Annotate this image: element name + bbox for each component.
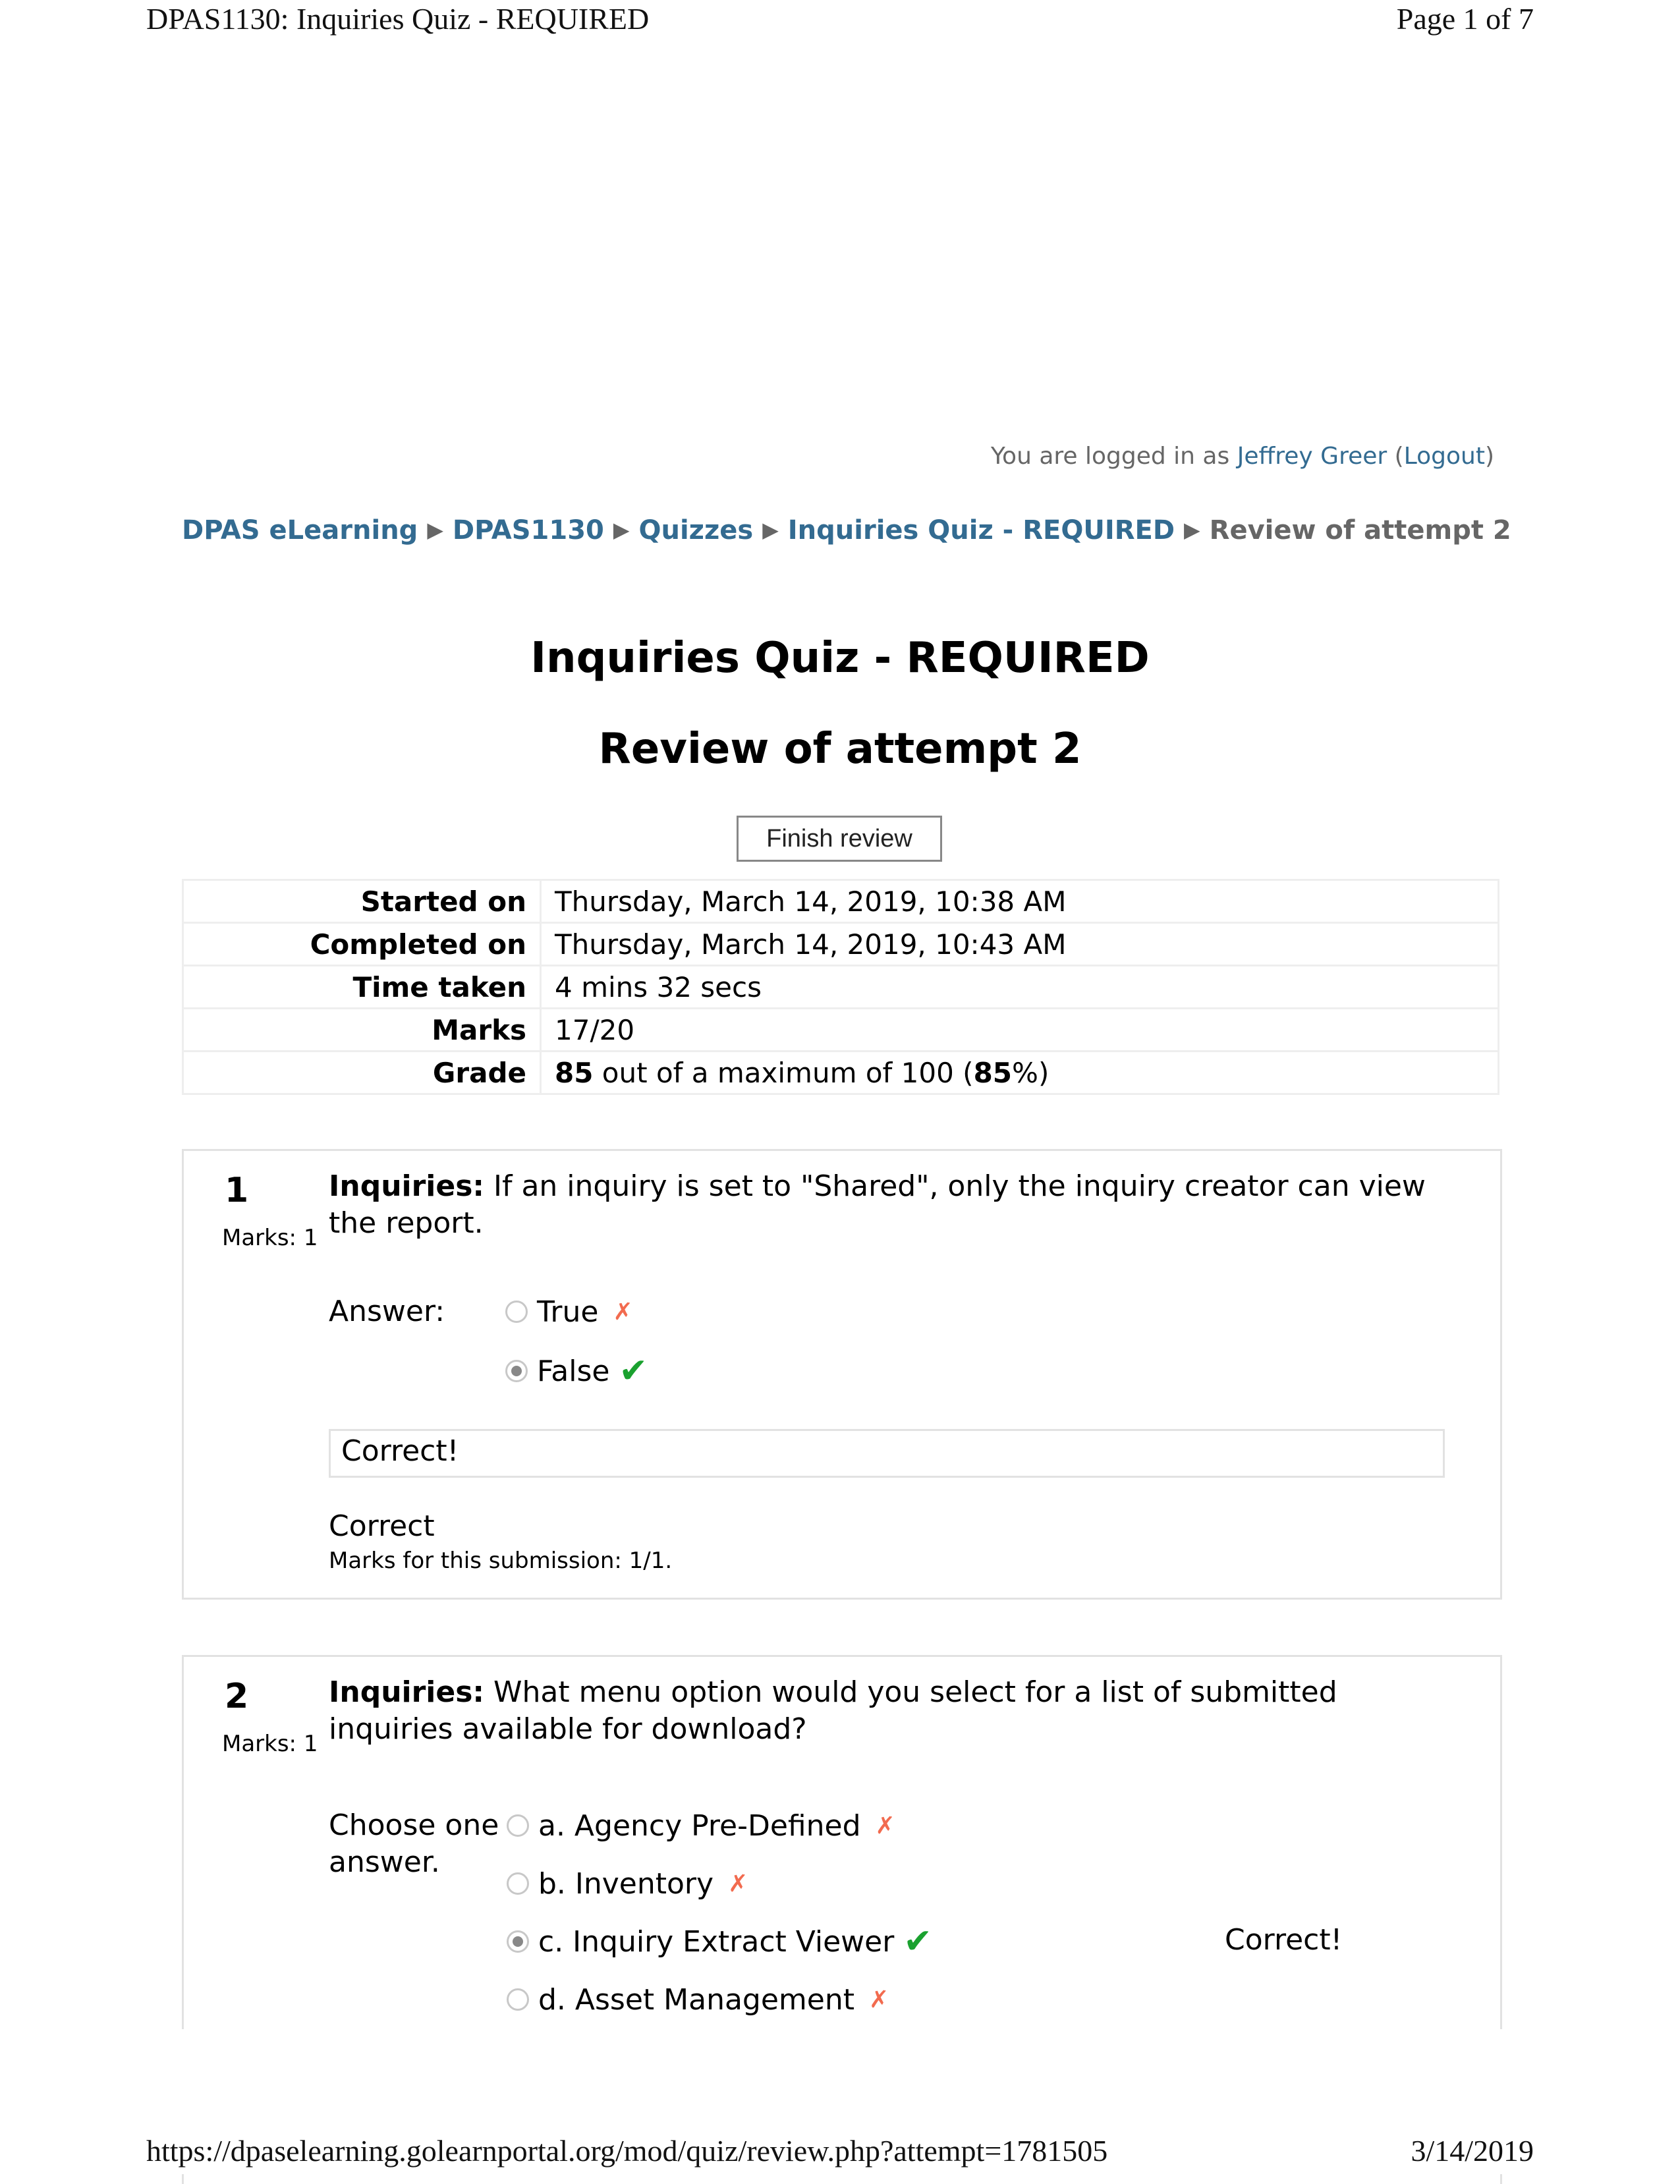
option-true[interactable]: True ✗ bbox=[505, 1292, 633, 1331]
option-a[interactable]: a. Agency Pre-Defined ✗ bbox=[507, 1806, 895, 1845]
breadcrumb-item-course[interactable]: DPAS1130 bbox=[453, 515, 604, 546]
summary-row: Completed on Thursday, March 14, 2019, 1… bbox=[182, 922, 1499, 966]
user-profile-link[interactable]: Jeffrey Greer bbox=[1237, 443, 1387, 470]
summary-value: 17/20 bbox=[540, 1007, 1499, 1052]
login-prefix: You are logged in as bbox=[990, 443, 1237, 470]
breadcrumb-item-quizzes[interactable]: Quizzes bbox=[638, 515, 753, 546]
question-number: 1 bbox=[225, 1171, 249, 1210]
marks-for-submission: Marks for this submission: 1/1. bbox=[329, 1548, 673, 1574]
page-subtitle: Review of attempt 2 bbox=[598, 725, 1082, 773]
option-label: c. Inquiry Extract Viewer bbox=[538, 1924, 895, 1959]
option-label: b. Inventory bbox=[538, 1866, 714, 1901]
page-title: Inquiries Quiz - REQUIRED bbox=[530, 634, 1150, 683]
question-body: If an inquiry is set to "Shared", only t… bbox=[329, 1169, 1426, 1240]
option-label: False bbox=[537, 1354, 610, 1388]
summary-label: Time taken bbox=[182, 965, 542, 1009]
summary-label: Marks bbox=[182, 1007, 542, 1052]
question-1: 1 Marks: 1 Inquiries: If an inquiry is s… bbox=[182, 1149, 1502, 1600]
check-icon: ✔ bbox=[619, 1351, 648, 1391]
login-info: You are logged in as Jeffrey Greer (Logo… bbox=[991, 443, 1494, 470]
summary-label: Completed on bbox=[182, 922, 542, 966]
breadcrumb-separator-icon: ▶ bbox=[427, 517, 443, 542]
cross-icon: ✗ bbox=[613, 1298, 633, 1326]
summary-row: Grade 85 out of a maximum of 100 (85%) bbox=[182, 1050, 1499, 1095]
breadcrumb-separator-icon: ▶ bbox=[613, 517, 630, 542]
summary-label: Grade bbox=[182, 1050, 542, 1095]
question-marks: Marks: 1 bbox=[222, 1731, 318, 1757]
answer-label: Choose one answer. bbox=[329, 1808, 499, 1879]
grade-text: out of a maximum of 100 ( bbox=[593, 1056, 974, 1089]
answer-label: Answer: bbox=[329, 1295, 445, 1328]
cross-icon: ✗ bbox=[875, 1812, 895, 1839]
grade-score: 85 bbox=[555, 1056, 594, 1089]
print-page-number: Page 1 of 7 bbox=[1396, 2, 1534, 36]
breadcrumb-separator-icon: ▶ bbox=[762, 517, 779, 542]
finish-review-button[interactable]: Finish review bbox=[737, 816, 942, 862]
breadcrumb-item-quiz[interactable]: Inquiries Quiz - REQUIRED bbox=[788, 515, 1175, 546]
summary-row: Marks 17/20 bbox=[182, 1007, 1499, 1052]
question-number: 2 bbox=[225, 1677, 249, 1716]
option-label: a. Agency Pre-Defined bbox=[538, 1808, 861, 1843]
breadcrumb-item-home[interactable]: DPAS eLearning bbox=[182, 515, 418, 546]
radio-button-selected[interactable] bbox=[507, 1930, 529, 1953]
question-marks: Marks: 1 bbox=[222, 1225, 318, 1251]
question-text: Inquiries: What menu option would you se… bbox=[329, 1674, 1449, 1748]
radio-button[interactable] bbox=[507, 1988, 529, 2011]
option-false[interactable]: False ✔ bbox=[505, 1351, 648, 1391]
feedback-box: Correct! bbox=[329, 1429, 1445, 1478]
logout-link[interactable]: Logout bbox=[1404, 443, 1485, 470]
question-text: Inquiries: If an inquiry is set to "Shar… bbox=[329, 1168, 1449, 1242]
print-url: https://dpaselearning.golearnportal.org/… bbox=[146, 2134, 1108, 2168]
option-c[interactable]: c. Inquiry Extract Viewer ✔ bbox=[507, 1922, 932, 1961]
attempt-summary-table: Started on Thursday, March 14, 2019, 10:… bbox=[182, 879, 1499, 1095]
radio-button[interactable] bbox=[507, 1872, 529, 1895]
breadcrumb-current: Review of attempt 2 bbox=[1209, 515, 1511, 546]
summary-row: Time taken 4 mins 32 secs bbox=[182, 965, 1499, 1009]
option-label: True bbox=[537, 1295, 599, 1329]
grade-text-end: %) bbox=[1012, 1056, 1050, 1089]
option-label: d. Asset Management bbox=[538, 1982, 855, 2017]
grade-value: 85 out of a maximum of 100 (85%) bbox=[540, 1050, 1499, 1095]
summary-row: Started on Thursday, March 14, 2019, 10:… bbox=[182, 879, 1499, 924]
breadcrumb-separator-icon: ▶ bbox=[1184, 517, 1200, 542]
question-category: Inquiries: bbox=[329, 1675, 485, 1709]
cross-icon: ✗ bbox=[728, 1870, 748, 1897]
option-feedback: Correct! bbox=[1225, 1923, 1343, 1957]
summary-value: Thursday, March 14, 2019, 10:43 AM bbox=[540, 922, 1499, 966]
summary-label: Started on bbox=[182, 879, 542, 924]
paren-close: ) bbox=[1484, 443, 1494, 470]
option-d[interactable]: d. Asset Management ✗ bbox=[507, 1980, 889, 2019]
option-b[interactable]: b. Inventory ✗ bbox=[507, 1864, 748, 1903]
summary-value: Thursday, March 14, 2019, 10:38 AM bbox=[540, 879, 1499, 924]
breadcrumb: DPAS eLearning ▶ DPAS1130 ▶ Quizzes ▶ Inquirie… bbox=[182, 515, 1511, 546]
cross-icon: ✗ bbox=[869, 1986, 889, 2013]
check-icon: ✔ bbox=[903, 1922, 932, 1961]
question-grade: Correct bbox=[329, 1509, 435, 1543]
grade-percent: 85 bbox=[973, 1056, 1013, 1089]
radio-button-selected[interactable] bbox=[505, 1360, 528, 1382]
radio-button[interactable] bbox=[505, 1301, 528, 1323]
question-category: Inquiries: bbox=[329, 1169, 485, 1203]
print-title: DPAS1130: Inquiries Quiz - REQUIRED bbox=[146, 2, 650, 36]
paren-open: ( bbox=[1387, 443, 1404, 470]
print-date: 3/14/2019 bbox=[1411, 2134, 1534, 2168]
radio-button[interactable] bbox=[507, 1814, 529, 1837]
summary-value: 4 mins 32 secs bbox=[540, 965, 1499, 1009]
